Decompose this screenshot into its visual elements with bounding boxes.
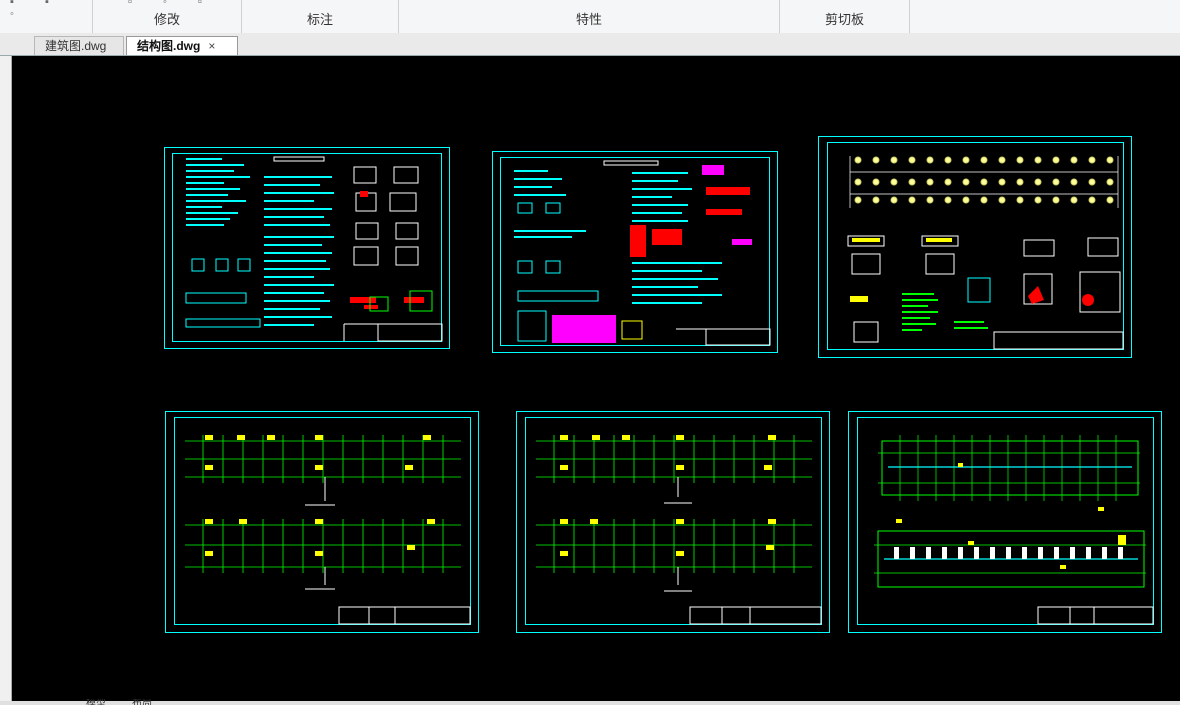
ribbon-group-properties: 特性 [399, 0, 780, 33]
sheet-roof-plan[interactable] [848, 411, 1162, 633]
modify-tool-icons[interactable]: ▫ ◦ ▫ [128, 0, 216, 8]
sheet-floor-plan-2[interactable] [516, 411, 830, 633]
sheet-structure-notes-2[interactable] [492, 151, 778, 353]
sheet-floor-plan-1[interactable] [165, 411, 479, 633]
ribbon-group-label: 特性 [575, 12, 602, 27]
tab-layout[interactable]: 布局 [132, 699, 152, 705]
document-tab-bar: 建筑图.dwg 结构图.dwg × [0, 33, 1180, 56]
tab-architecture-dwg[interactable]: 建筑图.dwg [34, 36, 124, 55]
ribbon-group-dimension: 标注 [242, 0, 399, 33]
vertical-ruler [0, 56, 12, 705]
tab-model[interactable]: 模型 [86, 699, 106, 705]
ribbon-group-modify: ▫ ◦ ▫ 修改 [93, 0, 242, 33]
sheet-foundation-details[interactable] [818, 136, 1132, 358]
ribbon-group-label: 标注 [306, 12, 333, 27]
ribbon-group-edit-left: ▪ ▪ ◦ [0, 0, 93, 33]
layout-tab-bar [0, 701, 1180, 705]
close-icon[interactable]: × [208, 39, 215, 53]
drawing-canvas[interactable] [12, 56, 1180, 701]
tab-label: 结构图.dwg [137, 39, 201, 53]
ribbon-group-label: 剪切板 [824, 12, 864, 27]
ribbon-toolbar: ▪ ▪ ◦ ▫ ◦ ▫ 修改 标注 特性 剪切板 [0, 0, 1180, 34]
sheet-structure-notes-1[interactable] [164, 147, 450, 349]
ribbon-group-label: 修改 [153, 12, 180, 27]
ribbon-group-clipboard: 剪切板 [780, 0, 910, 33]
tab-structure-dwg[interactable]: 结构图.dwg × [126, 36, 238, 55]
ribbon-tool-icons[interactable]: ▪ ▪ ◦ [10, 0, 92, 20]
tab-label: 建筑图.dwg [45, 39, 107, 53]
